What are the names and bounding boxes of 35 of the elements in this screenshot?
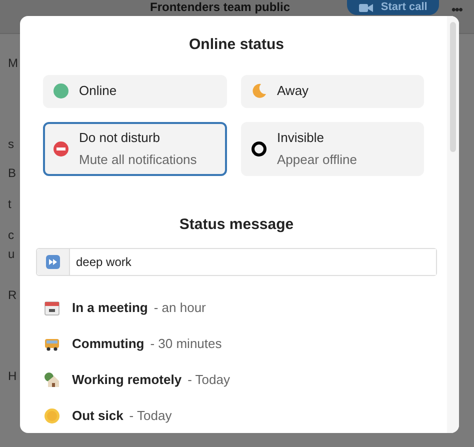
start-call-button[interactable]: Start call bbox=[346, 0, 440, 15]
status-description: Mute all notifications bbox=[79, 150, 197, 168]
status-preset[interactable]: Out sick - Today bbox=[36, 398, 437, 433]
online-dot-icon bbox=[53, 83, 69, 99]
background-text: t bbox=[8, 197, 12, 212]
moon-icon bbox=[251, 83, 267, 99]
video-camera-icon bbox=[358, 2, 373, 12]
status-description: Appear offline bbox=[277, 150, 357, 169]
status-option[interactable]: Invisible Appear offline bbox=[241, 122, 424, 176]
dialog-title: Online status bbox=[188, 35, 286, 55]
do-not-disturb-icon bbox=[53, 140, 69, 156]
section-title: Status message bbox=[178, 214, 295, 234]
status-option[interactable]: Do not disturb Mute all notifications bbox=[43, 122, 227, 176]
status-preset[interactable]: Commuting - 30 minutes bbox=[36, 326, 437, 362]
background-text: B bbox=[8, 166, 16, 181]
status-label: Do not disturb bbox=[79, 129, 161, 147]
background-text: u bbox=[8, 247, 15, 262]
background-text: H bbox=[8, 369, 17, 384]
calendar-icon bbox=[44, 300, 60, 316]
background-text: s bbox=[8, 137, 14, 152]
status-preset[interactable]: Working remotely - Today bbox=[36, 362, 437, 398]
ring-icon bbox=[251, 140, 267, 156]
bus-icon bbox=[44, 336, 60, 352]
background-text: M bbox=[8, 56, 18, 71]
house-icon bbox=[44, 372, 60, 388]
background-text: R bbox=[8, 288, 17, 303]
status-preset[interactable]: In a meeting - an hour bbox=[36, 290, 437, 326]
status-option[interactable]: Away bbox=[241, 74, 424, 108]
status-option[interactable]: Online bbox=[43, 74, 227, 108]
status-message-field[interactable]: deep work bbox=[36, 248, 437, 276]
fast-forward-icon bbox=[46, 255, 60, 269]
background-text: c bbox=[8, 228, 14, 243]
scrollbar[interactable] bbox=[450, 22, 456, 152]
channel-title: Frontenders team public bbox=[150, 0, 290, 14]
status-label: Invisible bbox=[277, 129, 325, 147]
